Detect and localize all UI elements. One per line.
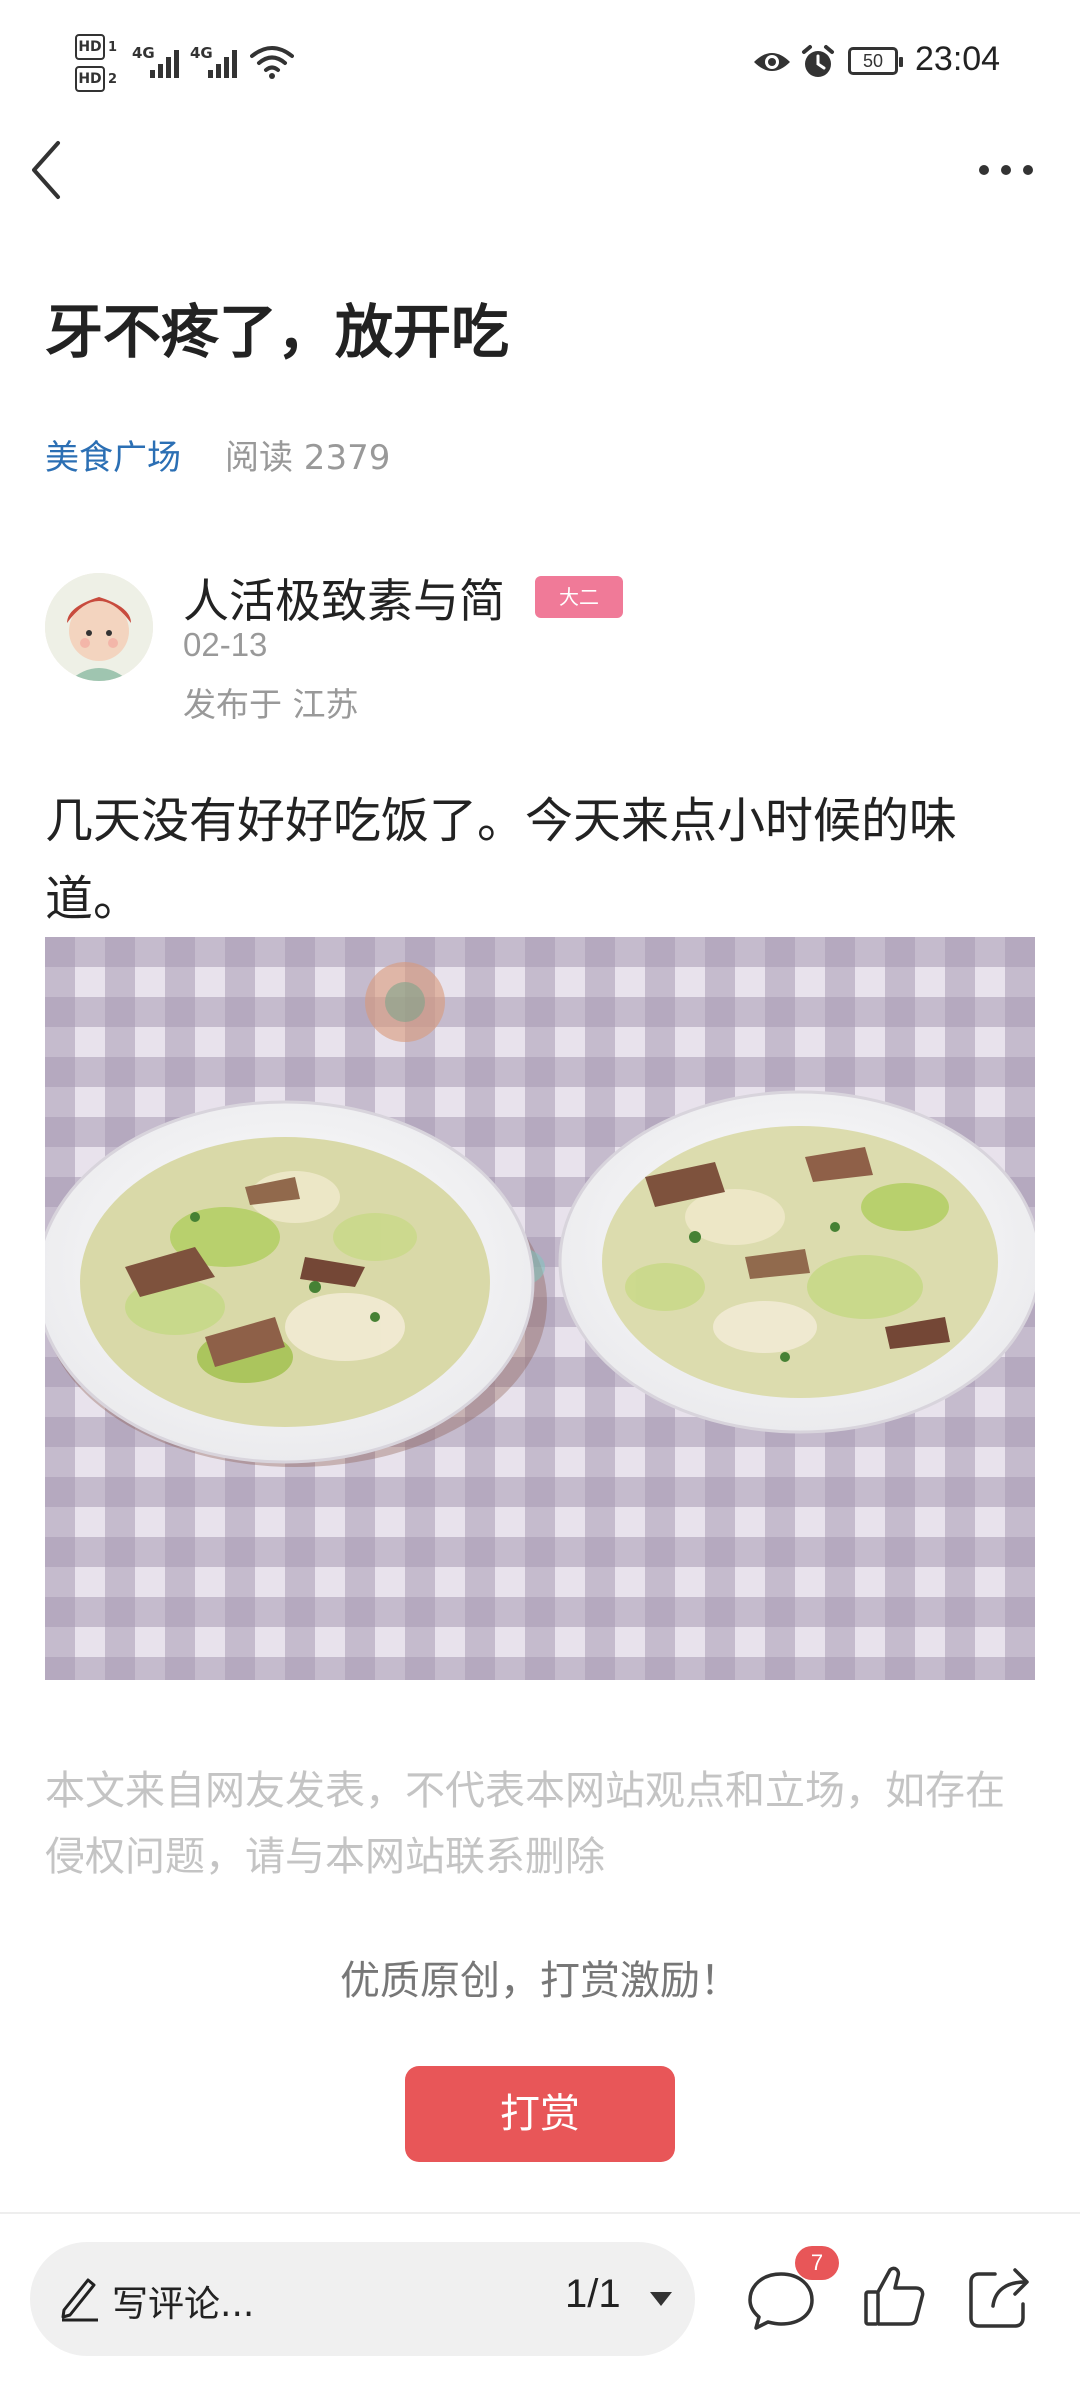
more-button[interactable] <box>970 150 1040 190</box>
article-title: 牙不疼了，放开吃 <box>45 298 510 366</box>
wifi-icon <box>250 46 294 79</box>
comment-input[interactable]: 写评论... 1/1 <box>30 2242 695 2356</box>
share-button[interactable] <box>965 2262 1035 2332</box>
hd2-badge: HD <box>75 66 105 92</box>
bottom-divider <box>0 2212 1080 2214</box>
article-photo[interactable] <box>45 937 1035 1680</box>
hd2-sub: 2 <box>108 72 118 87</box>
reward-prompt: 优质原创，打赏激励！ <box>340 1958 740 2004</box>
disclaimer-text: 本文来自网友发表，不代表本网站观点和立场，如存在侵权问题，请与本网站联系删除 <box>45 1768 1005 1880</box>
post-date: 02-13 <box>183 626 268 663</box>
status-bar: HD 1 HD 2 4G 4G 50 23:04 <box>0 0 1080 130</box>
reward-button[interactable]: 打赏 <box>405 2066 675 2162</box>
page-indicator[interactable]: 1/1 <box>565 2272 621 2317</box>
signal-icon <box>150 50 179 78</box>
level-badge: 大二 <box>535 576 623 618</box>
avatar[interactable] <box>45 573 153 681</box>
share-icon <box>969 2268 1029 2328</box>
comment-placeholder: 写评论... <box>112 2284 255 2325</box>
hd-indicator: HD 1 HD 2 <box>75 34 125 94</box>
eye-icon <box>754 53 790 71</box>
read-count: 阅读 2379 <box>225 438 391 478</box>
pen-icon <box>61 2278 98 2322</box>
post-location: 发布于 江苏 <box>183 685 359 724</box>
back-button[interactable] <box>20 135 80 205</box>
alarm-icon <box>802 45 834 77</box>
hd1-badge: HD <box>75 34 105 60</box>
author-name[interactable]: 人活极致素与简 <box>183 565 505 631</box>
more-horizontal-icon <box>979 165 1033 175</box>
comment-count-badge: 7 <box>795 2246 839 2280</box>
chevron-left-icon <box>32 141 60 199</box>
category-link[interactable]: 美食广场 <box>45 430 181 479</box>
battery-icon: 50 <box>848 47 903 75</box>
article-body: 几天没有好好吃饭了。今天来点小时候的味道。 <box>45 793 958 927</box>
signal-icon <box>208 50 237 78</box>
hd1-sub: 1 <box>108 40 118 55</box>
avatar-image <box>45 573 153 681</box>
caret-down-icon[interactable] <box>648 2290 674 2308</box>
food-photo-image <box>45 937 1035 1680</box>
like-button[interactable] <box>862 2262 926 2332</box>
status-time: 23:04 <box>915 40 1001 78</box>
like-icon <box>864 2266 925 2326</box>
